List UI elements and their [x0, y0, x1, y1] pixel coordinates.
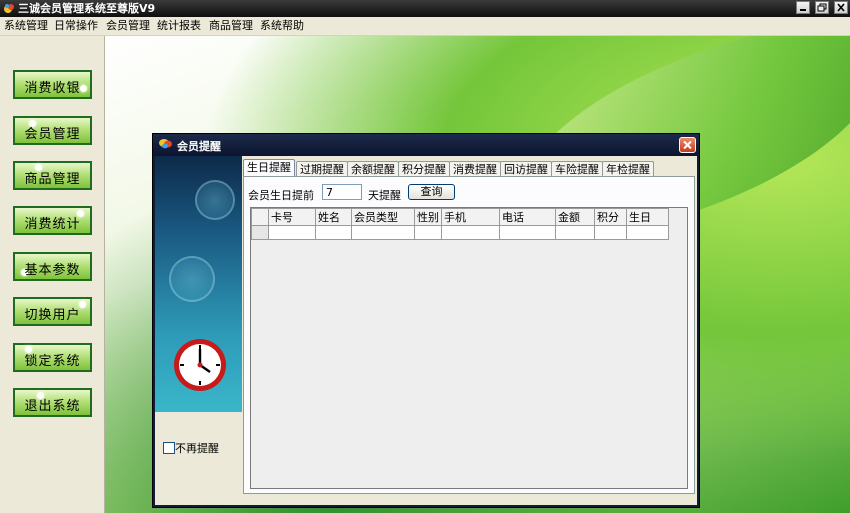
grid-cell[interactable]	[555, 225, 595, 240]
window-title: 三诚会员管理系统至尊版V9	[18, 2, 156, 15]
col-amount[interactable]: 金额	[555, 208, 595, 226]
menu-goods[interactable]: 商品管理	[209, 19, 253, 33]
left-nav-panel: 消费收银 会员管理 商品管理 消费统计 基本参数 切换用户 锁定系统 退出系统	[0, 36, 105, 513]
nav-exit-label: 退出系统	[24, 399, 81, 414]
nav-params-button[interactable]: 基本参数	[13, 252, 92, 281]
nav-cashier-label: 消费收银	[24, 81, 81, 96]
grid-cell[interactable]	[441, 225, 500, 240]
close-window-button[interactable]	[834, 1, 848, 14]
nav-stats-label: 消费统计	[24, 217, 81, 232]
tab-birthday[interactable]: 生日提醒	[243, 159, 295, 177]
dialog-close-button[interactable]	[679, 137, 696, 153]
restore-button[interactable]	[815, 1, 829, 14]
clock-sidebar-image	[155, 156, 242, 412]
dont-remind-row: 不再提醒	[163, 440, 219, 456]
days-ahead-input[interactable]	[322, 184, 362, 200]
nav-stats-button[interactable]: 消费统计	[13, 206, 92, 235]
nav-goods-button[interactable]: 商品管理	[13, 161, 92, 190]
col-birthday[interactable]: 生日	[626, 208, 669, 226]
nav-switch-user-button[interactable]: 切换用户	[13, 297, 92, 326]
col-name[interactable]: 姓名	[315, 208, 352, 226]
chat-bubble-icon	[159, 139, 172, 149]
query-button[interactable]: 查询	[408, 184, 455, 200]
col-member-type[interactable]: 会员类型	[351, 208, 415, 226]
nav-cashier-button[interactable]: 消费收银	[13, 70, 92, 99]
menu-help[interactable]: 系统帮助	[260, 19, 304, 33]
dialog-body: 不再提醒 生日提醒 过期提醒 余额提醒 积分提醒 消费提醒 回访提醒 车险提醒 …	[155, 156, 697, 505]
grid-cell[interactable]	[626, 225, 669, 240]
grid-cell[interactable]	[268, 225, 316, 240]
col-gender[interactable]: 性别	[414, 208, 442, 226]
menu-bar: 系统管理 日常操作 会员管理 统计报表 商品管理 系统帮助	[0, 17, 850, 36]
menu-reports[interactable]: 统计报表	[157, 19, 201, 33]
row-header-cell[interactable]	[251, 225, 269, 240]
nav-exit-button[interactable]: 退出系统	[13, 388, 92, 417]
close-icon	[837, 3, 845, 12]
days-ahead-label: 会员生日提前	[248, 189, 314, 202]
grid-cell[interactable]	[351, 225, 415, 240]
reminder-tabs: 生日提醒 过期提醒 余额提醒 积分提醒 消费提醒 回访提醒 车险提醒 年检提醒	[243, 159, 695, 177]
close-icon	[683, 140, 692, 150]
table-row[interactable]	[251, 225, 669, 240]
grid-cell[interactable]	[594, 225, 627, 240]
clock-icon	[195, 180, 235, 220]
nav-params-label: 基本参数	[24, 263, 81, 278]
days-suffix-label: 天提醒	[368, 189, 401, 202]
minimize-button[interactable]	[796, 1, 810, 14]
menu-daily[interactable]: 日常操作	[54, 19, 98, 33]
col-card-no[interactable]: 卡号	[268, 208, 316, 226]
menu-member[interactable]: 会员管理	[106, 19, 150, 33]
nav-switch-user-label: 切换用户	[24, 308, 81, 323]
grid-corner	[251, 208, 269, 226]
nav-lock-button[interactable]: 锁定系统	[13, 343, 92, 372]
tab-expiry[interactable]: 过期提醒	[296, 161, 348, 176]
grid-cell[interactable]	[315, 225, 352, 240]
dont-remind-label: 不再提醒	[175, 442, 219, 455]
dialog-title: 会员提醒	[177, 140, 221, 153]
tab-follow-up[interactable]: 回访提醒	[500, 161, 552, 176]
col-points[interactable]: 积分	[594, 208, 627, 226]
grid-cell[interactable]	[499, 225, 556, 240]
grid-cell[interactable]	[414, 225, 442, 240]
restore-icon	[817, 3, 827, 12]
dont-remind-checkbox[interactable]	[163, 442, 175, 454]
app-icon	[4, 4, 14, 13]
nav-member-label: 会员管理	[24, 127, 81, 142]
dialog-title-bar[interactable]: 会员提醒	[153, 134, 699, 156]
member-grid: 卡号 姓名 会员类型 性别 手机 电话 金额 积分 生日	[250, 207, 688, 489]
tab-consumption[interactable]: 消费提醒	[449, 161, 501, 176]
nav-member-button[interactable]: 会员管理	[13, 116, 92, 145]
nav-goods-label: 商品管理	[24, 172, 81, 187]
tab-points[interactable]: 积分提醒	[398, 161, 450, 176]
col-mobile[interactable]: 手机	[441, 208, 500, 226]
member-reminder-dialog: 会员提醒 不再提醒 生日提醒 过期提醒 余额提醒 积分提醒 消费提醒 回访提醒 …	[152, 133, 700, 508]
minimize-icon	[800, 9, 806, 11]
grid-header-row: 卡号 姓名 会员类型 性别 手机 电话 金额 积分 生日	[251, 208, 669, 226]
tab-car-insurance[interactable]: 车险提醒	[551, 161, 603, 176]
nav-lock-label: 锁定系统	[24, 354, 81, 369]
menu-system[interactable]: 系统管理	[4, 19, 48, 33]
tab-annual-inspection[interactable]: 年检提醒	[602, 161, 654, 176]
alarm-clock-icon	[174, 339, 226, 391]
title-bar: 三诚会员管理系统至尊版V9	[0, 0, 850, 17]
tab-balance[interactable]: 余额提醒	[347, 161, 399, 176]
col-phone[interactable]: 电话	[499, 208, 556, 226]
clock-icon	[169, 256, 215, 302]
birthday-tab-panel: 会员生日提前 天提醒 查询 卡号 姓名 会员类型 性别	[243, 176, 695, 494]
